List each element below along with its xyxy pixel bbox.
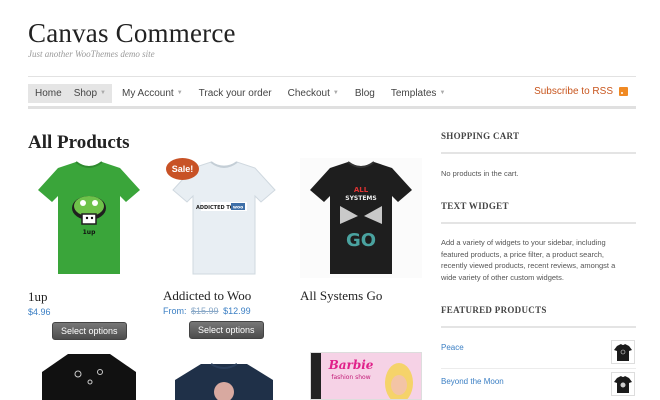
sale-badge: Sale! bbox=[166, 158, 199, 180]
sidebar-divider bbox=[441, 222, 636, 224]
product-image[interactable] bbox=[163, 352, 285, 400]
price-prefix: From: bbox=[163, 306, 187, 316]
featured-product-link[interactable]: Peace bbox=[441, 343, 464, 352]
nav-bottom-rule bbox=[28, 106, 636, 109]
green-tshirt-image: 1up bbox=[38, 161, 140, 274]
product-image[interactable] bbox=[28, 352, 150, 400]
rss-label: Subscribe to RSS bbox=[534, 86, 613, 97]
text-widget-heading: TEXT WIDGET bbox=[441, 201, 509, 211]
nav-item-label: Checkout bbox=[287, 87, 330, 99]
black-tshirt-image: ALL SYSTEMS GO bbox=[310, 161, 412, 274]
product-image[interactable]: Barbie fashion show bbox=[310, 352, 422, 400]
nav-item-label: Blog bbox=[354, 87, 375, 99]
subscribe-rss-link[interactable]: Subscribe to RSS bbox=[534, 86, 628, 97]
product-name[interactable]: Addicted to Woo bbox=[163, 288, 285, 304]
site-title[interactable]: Canvas Commerce bbox=[28, 18, 236, 49]
svg-text:ALL: ALL bbox=[354, 186, 369, 194]
caret-down-icon: ▼ bbox=[176, 90, 183, 96]
product-name[interactable]: All Systems Go bbox=[300, 288, 422, 304]
svg-text:Barbie: Barbie bbox=[328, 358, 374, 372]
svg-text:ADDICTED TO: ADDICTED TO bbox=[196, 205, 234, 211]
nav-item-templates[interactable]: Templates ▼ bbox=[385, 84, 452, 103]
product-price: $4.96 bbox=[28, 307, 51, 317]
svg-text:1up: 1up bbox=[83, 229, 96, 236]
caret-down-icon: ▼ bbox=[332, 90, 339, 96]
black-tshirt-thumb-icon bbox=[614, 376, 632, 393]
svg-text:woo: woo bbox=[233, 206, 243, 211]
featured-product-thumbnail[interactable] bbox=[611, 372, 635, 396]
nav-item-shop[interactable]: Shop ▼ bbox=[67, 83, 112, 103]
nav-item-track-order[interactable]: Track your order bbox=[193, 84, 278, 103]
sidebar-divider bbox=[441, 152, 636, 154]
nav-item-checkout[interactable]: Checkout ▼ bbox=[282, 84, 345, 103]
svg-text:SYSTEMS: SYSTEMS bbox=[345, 195, 376, 202]
nav-item-home[interactable]: Home bbox=[28, 83, 68, 103]
nav-item-label: Track your order bbox=[198, 87, 272, 99]
select-options-button[interactable]: Select options bbox=[189, 321, 264, 339]
nav-item-blog[interactable]: Blog bbox=[349, 84, 381, 103]
sidebar-divider bbox=[441, 326, 636, 328]
featured-product-link[interactable]: Beyond the Moon bbox=[441, 377, 504, 386]
select-options-button[interactable]: Select options bbox=[52, 322, 127, 340]
nav-item-label: Shop bbox=[73, 87, 98, 99]
text-widget-body: Add a variety of widgets to your sidebar… bbox=[441, 238, 616, 282]
nav-item-my-account[interactable]: My Account ▼ bbox=[116, 84, 189, 103]
product-name[interactable]: 1up bbox=[28, 289, 150, 305]
barbie-game-cover-image: Barbie fashion show bbox=[311, 353, 421, 399]
caret-down-icon: ▼ bbox=[439, 90, 446, 96]
featured-product-thumbnail[interactable] bbox=[611, 340, 635, 364]
caret-down-icon: ▼ bbox=[100, 90, 106, 96]
featured-divider bbox=[441, 368, 636, 369]
main-navigation: Home Shop ▼ My Account ▼ Track your orde… bbox=[28, 81, 636, 105]
shopping-cart-heading: SHOPPING CART bbox=[441, 131, 520, 141]
product-image[interactable]: ALL SYSTEMS GO bbox=[300, 158, 422, 278]
svg-text:GO: GO bbox=[346, 230, 376, 251]
site-description: Just another WooThemes demo site bbox=[28, 49, 155, 59]
black-tshirt-image bbox=[42, 354, 136, 400]
nav-item-label: Home bbox=[35, 87, 62, 99]
svg-text:fashion show: fashion show bbox=[331, 374, 370, 381]
rss-icon bbox=[619, 87, 628, 96]
product-image[interactable]: 1up bbox=[28, 158, 150, 278]
price-original: $15.99 bbox=[191, 306, 219, 316]
nav-top-rule bbox=[28, 76, 636, 77]
nav-item-label: Templates bbox=[390, 87, 437, 99]
featured-products-heading: FEATURED PRODUCTS bbox=[441, 305, 547, 315]
product-price: From: $15.99 $12.99 bbox=[163, 306, 285, 316]
navy-tshirt-image bbox=[175, 363, 273, 400]
nav-item-label: My Account bbox=[122, 87, 174, 99]
price-sale: $12.99 bbox=[223, 306, 251, 316]
page-title: All Products bbox=[28, 132, 130, 153]
cart-empty-text: No products in the cart. bbox=[441, 169, 519, 178]
black-tshirt-thumb-icon bbox=[614, 344, 632, 361]
